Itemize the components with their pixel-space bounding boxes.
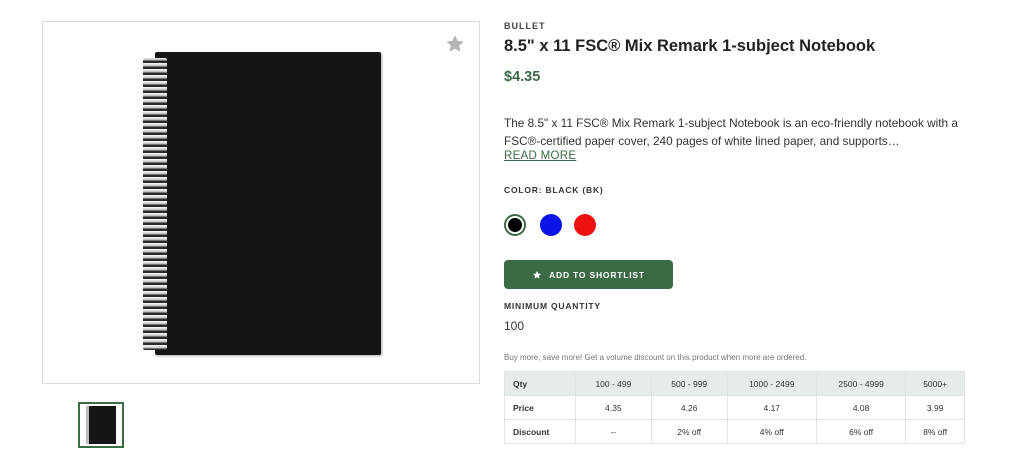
table-header-cell: 100 - 499 [575,371,652,396]
add-to-shortlist-button[interactable]: ADD TO SHORTLIST [504,260,673,289]
table-cell: 6% off [815,419,907,444]
red-dot [574,214,596,236]
product-price: $4.35 [504,69,541,85]
color-swatch-red[interactable] [574,214,596,236]
minimum-quantity-value: 100 [504,319,525,333]
brand-label: BULLET [504,21,546,31]
gallery-thumbnail[interactable] [78,402,124,448]
volume-pricing-table: Qty 100 - 499 500 - 999 1000 - 2499 2500… [504,371,965,444]
table-cell: 4.26 [650,395,728,420]
star-icon [533,270,542,279]
favorite-star-icon[interactable] [445,34,465,54]
volume-discount-note: Buy more, save more! Get a volume discou… [504,353,807,362]
table-cell: 4.17 [726,395,817,420]
notebook-cover [155,52,381,355]
minimum-quantity-label: MINIMUM QUANTITY [504,301,601,311]
color-swatch-black[interactable] [504,214,526,236]
color-swatch-blue[interactable] [540,214,562,236]
product-image-frame [42,21,480,384]
table-cell: 3.99 [905,395,965,420]
table-cell: Discount [504,419,576,444]
table-cell: 8% off [905,419,965,444]
blue-dot [540,214,562,236]
table-header-row: Qty 100 - 499 500 - 999 1000 - 2499 2500… [504,371,965,396]
table-cell: -- [575,419,652,444]
product-title: 8.5" x 11 FSC® Mix Remark 1-subject Note… [504,37,876,55]
notebook-spiral [143,58,167,350]
table-cell: 4% off [726,419,817,444]
black-dot [508,218,522,232]
table-cell: Price [504,395,576,420]
table-cell: 4.35 [575,395,652,420]
table-header-cell: 500 - 999 [650,371,728,396]
product-description: The 8.5" x 11 FSC® Mix Remark 1-subject … [504,116,958,148]
table-header-cell: 2500 - 4999 [815,371,907,396]
table-cell: 2% off [650,419,728,444]
table-header-cell: 5000+ [905,371,965,396]
table-header-cell: 1000 - 2499 [726,371,817,396]
read-more-link[interactable]: READ MORE [504,150,576,162]
table-row: Price 4.35 4.26 4.17 4.08 3.99 [504,395,965,420]
thumbnail-image [86,406,116,444]
add-to-shortlist-label: ADD TO SHORTLIST [549,269,645,280]
color-label: COLOR: BLACK (BK) [504,185,604,195]
table-header-cell: Qty [504,371,576,396]
table-row: Discount -- 2% off 4% off 6% off 8% off [504,419,965,444]
product-image-notebook [143,52,381,355]
table-cell: 4.08 [815,395,907,420]
